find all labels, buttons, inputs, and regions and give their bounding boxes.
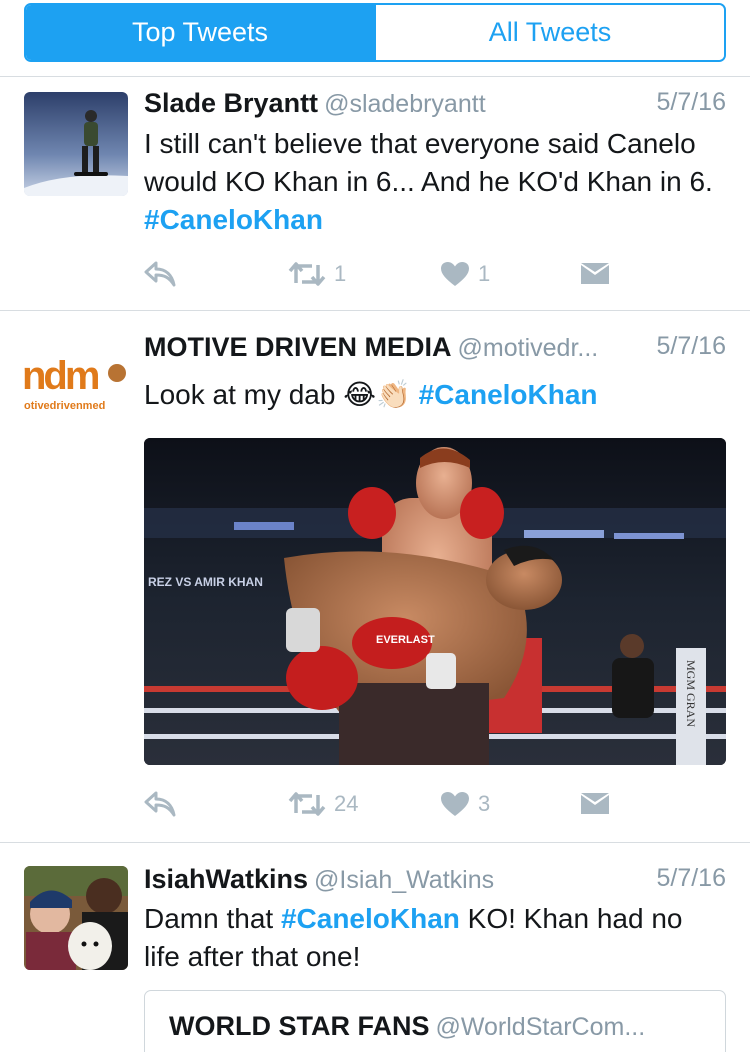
tweet-date: 5/7/16 — [656, 864, 726, 892]
retweet-icon — [288, 792, 326, 816]
user-handle[interactable]: @motivedr... — [458, 334, 599, 362]
avatar[interactable] — [24, 866, 128, 970]
emoji: 😂👏🏻 — [343, 379, 411, 410]
reply-icon — [144, 261, 176, 287]
like-icon — [441, 792, 469, 816]
quoted-user-name: WORLD STAR FANS — [169, 1011, 430, 1041]
reply-button[interactable] — [144, 788, 176, 820]
tweet-text-content: Look at my dab — [144, 379, 336, 410]
photo-sign-text: MGM GRAN — [684, 660, 698, 727]
tweet[interactable]: Slade Bryantt @sladebryantt 5/7/16 I stil… — [0, 76, 750, 310]
like-button[interactable]: 3 — [440, 788, 490, 820]
retweet-count: 1 — [334, 261, 347, 286]
avatar-logo-mark — [108, 364, 126, 382]
tweet-text: I still can't believe that everyone said… — [144, 125, 726, 239]
tweet[interactable]: ndm otivedrivenmed MOTIVE DRIVEN MEDIA @m… — [0, 310, 750, 842]
like-count: 1 — [478, 261, 491, 286]
like-button[interactable]: 1 — [440, 258, 490, 290]
tweet-header: MOTIVE DRIVEN MEDIA @motivedr... 5/7/16 — [144, 332, 726, 368]
tweet-date: 5/7/16 — [656, 88, 726, 116]
retweet-count: 24 — [334, 791, 359, 816]
hashtag-link[interactable]: #CaneloKhan — [419, 379, 598, 410]
tweet-text-content: Damn that — [144, 903, 274, 934]
user-name[interactable]: Slade Bryantt — [144, 88, 318, 118]
avatar[interactable]: ndm otivedrivenmed — [24, 334, 128, 438]
tweet-header: Slade Bryantt @sladebryantt 5/7/16 — [144, 88, 726, 124]
hashtag-link[interactable]: #CaneloKhan — [144, 204, 323, 235]
tweet-date: 5/7/16 — [656, 332, 726, 360]
tweet-photo[interactable]: REZ VS AMIR KHAN MGM GRAN EVERLAST — [144, 438, 726, 765]
tweet[interactable]: IsiahWatkins @Isiah_Watkins 5/7/16 Damn t… — [0, 842, 750, 1052]
direct-message-button[interactable] — [580, 258, 610, 290]
tweet-actions: 24 3 — [144, 788, 624, 820]
tab-all-tweets[interactable]: All Tweets — [376, 5, 724, 60]
avatar-subtext: otivedrivenmed — [24, 400, 106, 412]
photo-glove-text: EVERLAST — [376, 634, 435, 646]
user-name[interactable]: IsiahWatkins — [144, 864, 308, 894]
reply-icon — [144, 791, 176, 817]
avatar-logo: ndm — [24, 354, 100, 398]
tweet-text-content: I still can't believe that everyone said… — [144, 128, 713, 197]
photo-banner-text: REZ VS AMIR KHAN — [148, 575, 263, 589]
quoted-tweet-header: WORLD STAR FANS @WorldStarCom... — [169, 1011, 645, 1042]
quoted-user-handle: @WorldStarCom... — [435, 1013, 646, 1041]
avatar[interactable] — [24, 92, 128, 196]
like-count: 3 — [478, 791, 491, 816]
tweet-header: IsiahWatkins @Isiah_Watkins 5/7/16 — [144, 864, 726, 900]
tweet-text: Look at my dab 😂👏🏻 #CaneloKhan — [144, 376, 726, 414]
direct-message-button[interactable] — [580, 788, 610, 820]
retweet-button[interactable]: 24 — [288, 788, 358, 820]
tab-top-tweets[interactable]: Top Tweets — [26, 5, 376, 60]
tweet-text: Damn that #CaneloKhan KO! Khan had no li… — [144, 900, 726, 976]
user-handle[interactable]: @Isiah_Watkins — [314, 866, 494, 894]
user-name[interactable]: MOTIVE DRIVEN MEDIA — [144, 332, 452, 362]
user-handle[interactable]: @sladebryantt — [324, 90, 486, 118]
direct-message-icon — [581, 793, 609, 814]
like-icon — [441, 262, 469, 286]
reply-button[interactable] — [144, 258, 176, 290]
retweet-button[interactable]: 1 — [288, 258, 346, 290]
tweet-actions: 1 1 — [144, 258, 624, 290]
retweet-icon — [288, 262, 326, 286]
tweet-filter-segmented-control: Top Tweets All Tweets — [24, 3, 726, 62]
hashtag-link[interactable]: #CaneloKhan — [281, 903, 460, 934]
direct-message-icon — [581, 263, 609, 284]
quoted-tweet[interactable]: WORLD STAR FANS @WorldStarCom... — [144, 990, 726, 1052]
